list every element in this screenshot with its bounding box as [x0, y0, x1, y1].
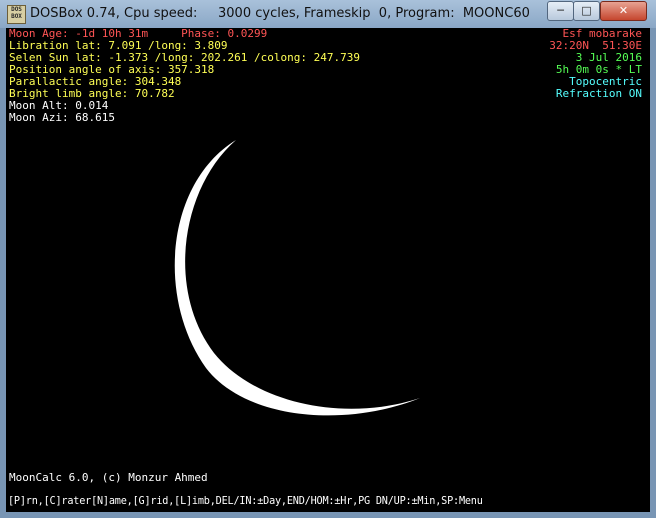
close-button[interactable]: ✕: [600, 1, 647, 21]
hotkey-bar: [P]rn,[C]rater[N]ame,[G]rid,[L]imb,DEL/I…: [8, 496, 483, 507]
maximize-button[interactable]: □: [573, 1, 600, 21]
minimize-button[interactable]: ─: [547, 1, 574, 21]
window-title: DOSBox 0.74, Cpu speed: 3000 cycles, Fra…: [30, 6, 530, 21]
dosbox-app-icon[interactable]: DOS BOX: [7, 5, 26, 24]
dos-screen[interactable]: Moon Age: -1d 10h 31m Phase: 0.0299 Libr…: [6, 28, 650, 512]
moon-crescent-view: [174, 140, 420, 416]
moon-crescent: [174, 140, 420, 416]
program-credit: MoonCalc 6.0, (c) Monzur Ahmed: [9, 471, 208, 484]
dosbox-window: DOS BOX DOSBox 0.74, Cpu speed: 3000 cyc…: [0, 0, 656, 518]
title-bar[interactable]: DOS BOX DOSBox 0.74, Cpu speed: 3000 cyc…: [0, 0, 656, 28]
